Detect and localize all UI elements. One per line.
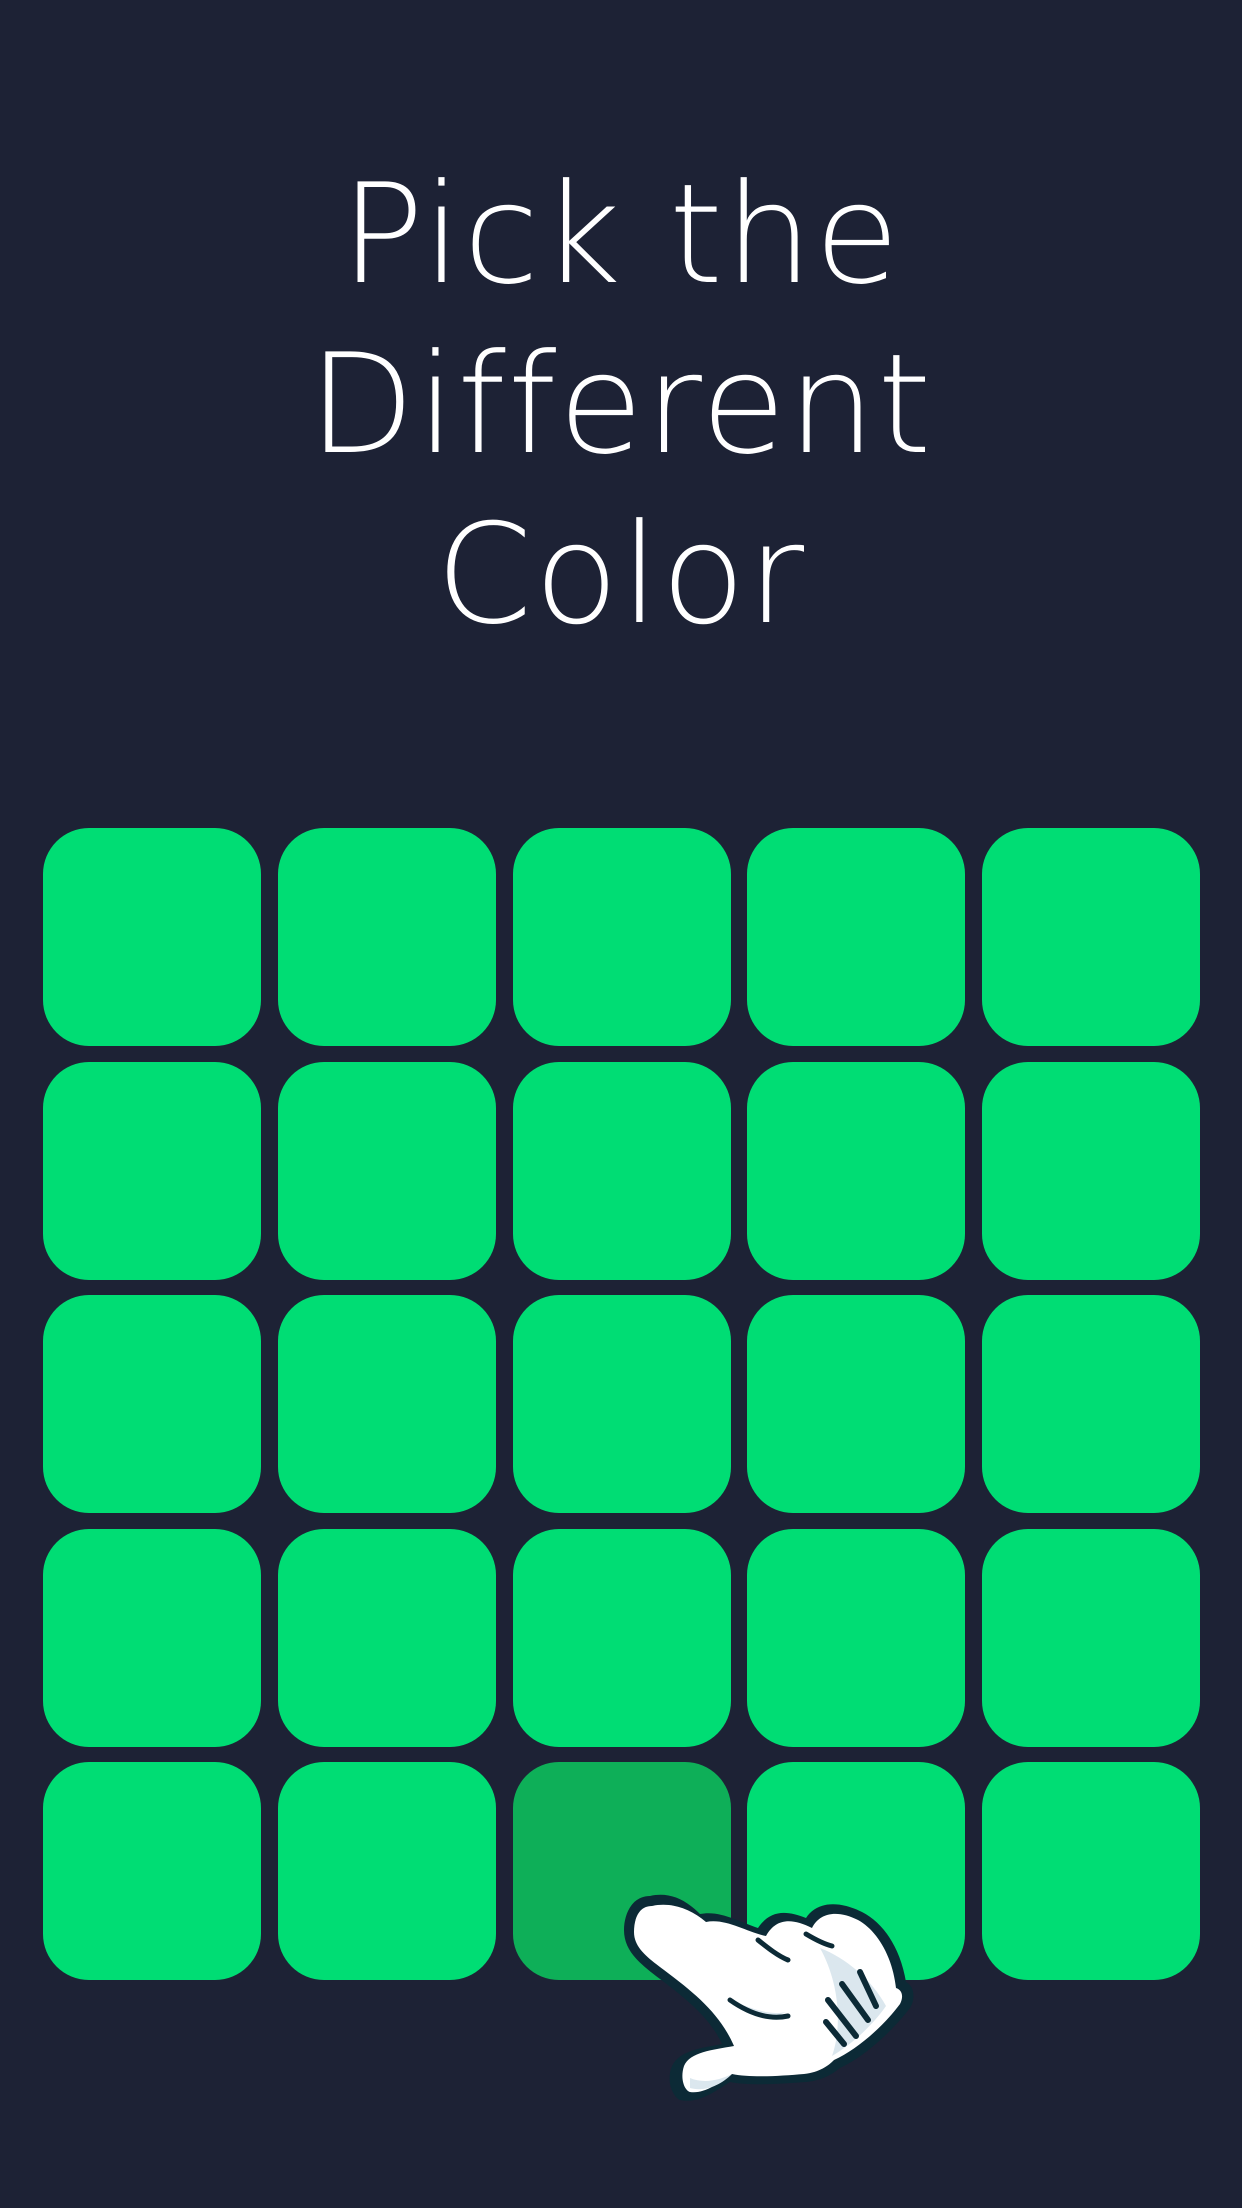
- tile-r4-c4[interactable]: [747, 1528, 966, 1747]
- tile-r2-c5[interactable]: [982, 1061, 1200, 1280]
- tile-r4-c2[interactable]: [277, 1528, 496, 1747]
- title-line-3: Color: [435, 494, 807, 655]
- tile-r4-c3[interactable]: [512, 1528, 731, 1747]
- game-title: Pick the Different Color: [0, 150, 1242, 660]
- color-tile-grid: [43, 828, 1200, 1980]
- tile-r1-c1[interactable]: [43, 828, 261, 1046]
- tile-r2-c3[interactable]: [512, 1061, 731, 1280]
- tile-r5-c1[interactable]: [43, 1762, 261, 1980]
- tile-r3-c2[interactable]: [277, 1295, 496, 1513]
- tile-r1-c4[interactable]: [747, 828, 966, 1046]
- tile-r2-c1[interactable]: [43, 1061, 261, 1280]
- tile-r5-c2[interactable]: [277, 1762, 496, 1980]
- tile-r1-c2[interactable]: [277, 828, 496, 1046]
- tile-r4-c5[interactable]: [982, 1528, 1200, 1747]
- tile-r3-c3[interactable]: [512, 1295, 731, 1513]
- pointing-hand-icon: [624, 1894, 914, 2101]
- tile-r2-c2[interactable]: [277, 1061, 496, 1280]
- tile-r3-c5[interactable]: [982, 1295, 1200, 1513]
- tile-r5-c5[interactable]: [982, 1762, 1200, 1980]
- tile-r2-c4[interactable]: [747, 1061, 966, 1280]
- tile-r1-c3[interactable]: [512, 828, 731, 1046]
- tile-r1-c5[interactable]: [982, 828, 1200, 1046]
- tile-r4-c1[interactable]: [43, 1528, 261, 1747]
- tile-r3-c1[interactable]: [43, 1295, 261, 1513]
- tile-r3-c4[interactable]: [747, 1295, 966, 1513]
- title-line-1: Pick the: [340, 154, 902, 315]
- title-line-2: Different: [308, 324, 934, 485]
